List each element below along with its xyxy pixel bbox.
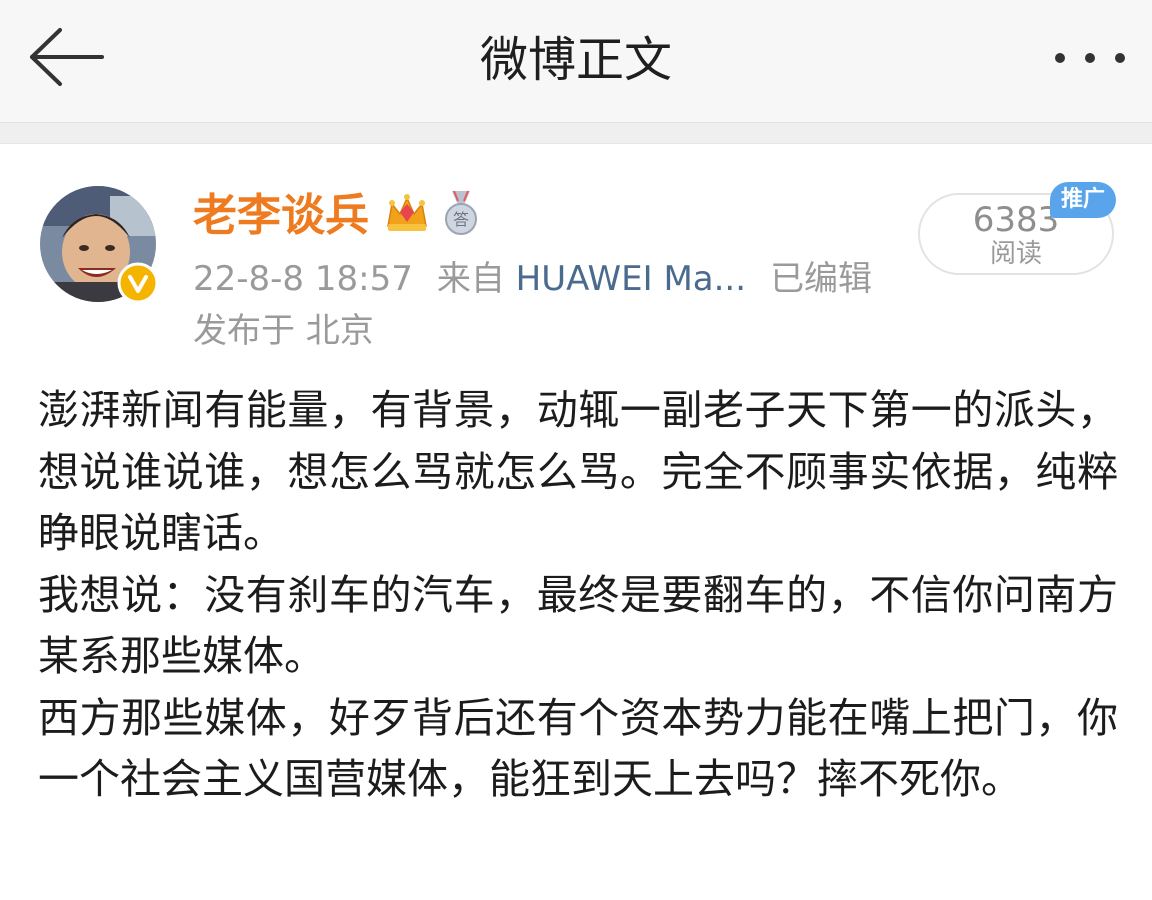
post-paragraph: 西方那些媒体，好歹背后还有个资本势力能在嘴上把门，你一个社会主义国营媒体，能狂到… [38,693,1118,804]
section-separator [0,123,1152,144]
post-meta: 22-8-8 18:57 来自 HUAWEI Ma... 已编辑 [193,254,872,304]
post-source-link[interactable]: HUAWEI Ma... [516,259,746,299]
read-label: 阅读 [989,239,1042,269]
post-paragraph: 我想说：没有刹车的汽车，最终是要翻车的，不信你问南方某系那些媒体。 [38,570,1118,681]
verified-v-icon [117,262,159,304]
page-title: 微博正文 [479,32,672,88]
more-dots-icon [1055,53,1125,63]
verified-badge [117,262,159,304]
back-arrow-icon [30,28,104,86]
edited-label[interactable]: 已编辑 [770,259,872,299]
top-navigation-bar: 微博正文 [0,0,1152,123]
back-button[interactable] [22,22,108,92]
author-name[interactable]: 老李谈兵 [193,186,369,246]
promo-badge[interactable]: 推广 [1050,182,1116,218]
vip-crown-icon[interactable] [384,190,430,236]
source-prefix: 来自 [436,259,505,299]
more-options-button[interactable] [1050,36,1130,80]
answer-medal-icon[interactable]: 答 [440,189,482,237]
post-content: 澎湃新闻有能量，有背景，动辄一副老子天下第一的派头，想说谁说谁，想怎么骂就怎么骂… [38,380,1118,811]
svg-text:答: 答 [453,210,469,229]
post-paragraph: 澎湃新闻有能量，有背景，动辄一副老子天下第一的派头，想说谁说谁，想怎么骂就怎么骂… [38,386,1118,557]
post-timestamp: 22-8-8 18:57 [193,259,413,299]
post-location: 发布于 北京 [193,311,374,351]
weibo-post-page: 微博正文 老李谈兵 答 22-8-8 18:57 来自 HUAWEI Ma...… [0,0,1152,900]
